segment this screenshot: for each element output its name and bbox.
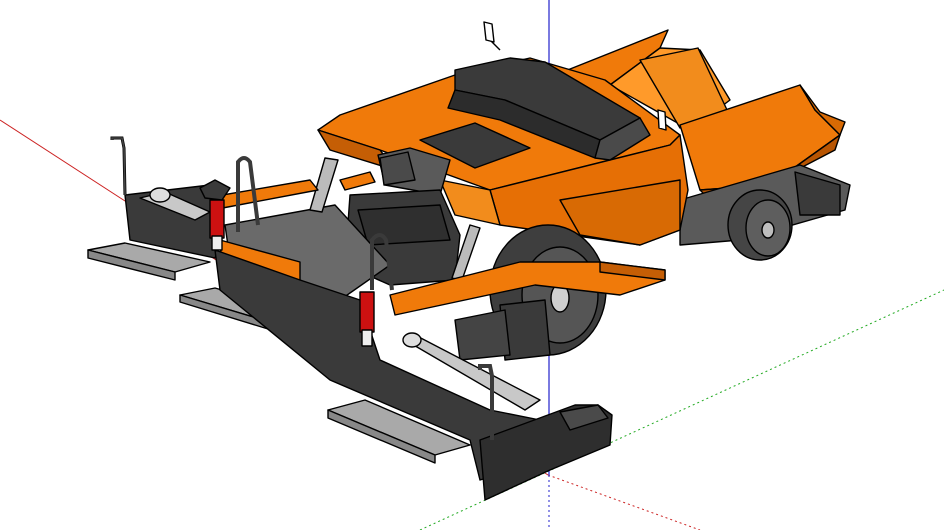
modeling-viewport[interactable]	[0, 0, 944, 530]
console-screen	[379, 151, 416, 186]
bogie	[454, 309, 511, 361]
tail-light-left	[209, 199, 225, 239]
mirror-head	[483, 21, 495, 43]
auger-right-cap	[402, 332, 422, 348]
tail-light-right	[359, 291, 375, 333]
auger-left-cap	[149, 187, 171, 203]
hub	[761, 221, 775, 239]
tail-light-right-bottom	[361, 329, 373, 347]
beam-left-2	[339, 171, 376, 191]
rear-wheel-right	[727, 189, 793, 261]
mirror-right	[657, 109, 667, 131]
tail-light-left-bottom	[211, 235, 223, 251]
red-axis-dotted	[547, 474, 701, 530]
3d-scene[interactable]	[0, 0, 944, 530]
